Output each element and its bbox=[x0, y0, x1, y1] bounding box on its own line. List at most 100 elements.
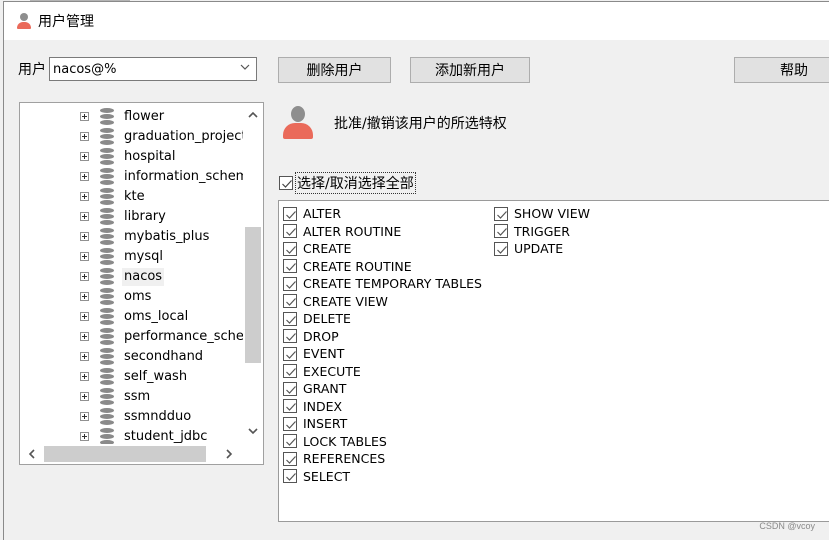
privilege-create-routine[interactable]: CREATE ROUTINE bbox=[283, 258, 482, 276]
privilege-execute[interactable]: EXECUTE bbox=[283, 363, 482, 381]
privilege-alter-routine[interactable]: ALTER ROUTINE bbox=[283, 223, 482, 241]
expand-plus-icon[interactable] bbox=[80, 292, 89, 301]
tree-item-mysql[interactable]: mysql bbox=[20, 247, 242, 267]
tree-item-oms[interactable]: oms bbox=[20, 287, 242, 307]
tree-item-library[interactable]: library bbox=[20, 207, 242, 227]
privilege-create-temporary-tables[interactable]: CREATE TEMPORARY TABLES bbox=[283, 275, 482, 293]
add-user-button[interactable]: 添加新用户 bbox=[410, 57, 530, 83]
scroll-right-icon[interactable] bbox=[224, 449, 234, 459]
tree-item-ssmndduo[interactable]: ssmndduo bbox=[20, 407, 242, 427]
privilege-label: INDEX bbox=[303, 398, 343, 414]
privilege-index[interactable]: INDEX bbox=[283, 398, 482, 416]
privilege-checkbox[interactable] bbox=[283, 241, 297, 256]
checkmark-icon bbox=[286, 350, 296, 359]
tree-item-information-schema[interactable]: information_schema bbox=[20, 167, 256, 187]
vertical-scrollbar[interactable] bbox=[243, 103, 263, 443]
privilege-checkbox[interactable] bbox=[283, 451, 297, 466]
select-all-checkbox[interactable]: 选择/取消选择全部 bbox=[279, 172, 416, 194]
expand-plus-icon[interactable] bbox=[80, 332, 89, 341]
privilege-label: EVENT bbox=[303, 346, 345, 362]
database-icon bbox=[100, 148, 114, 166]
tree-item-performance-schema[interactable]: performance_schema bbox=[20, 327, 263, 347]
tree-item-secondhand[interactable]: secondhand bbox=[20, 347, 242, 367]
expand-plus-icon[interactable] bbox=[80, 272, 89, 281]
expand-plus-icon[interactable] bbox=[80, 232, 89, 241]
vertical-scroll-thumb[interactable] bbox=[245, 227, 261, 363]
checkmark-icon bbox=[286, 403, 296, 412]
expand-plus-icon[interactable] bbox=[80, 372, 89, 381]
tree-item-ssm[interactable]: ssm bbox=[20, 387, 242, 407]
user-management-window: 用户管理 用户 nacos@% 删除用户 添加新用户 帮助 flower grad… bbox=[3, 1, 829, 540]
tree-item-label: library bbox=[124, 209, 166, 224]
privilege-create[interactable]: CREATE bbox=[283, 240, 482, 258]
tree-item-label: ssmndduo bbox=[124, 409, 192, 424]
privilege-trigger[interactable]: TRIGGER bbox=[494, 223, 590, 241]
privilege-drop[interactable]: DROP bbox=[283, 328, 482, 346]
scroll-up-icon[interactable] bbox=[248, 110, 258, 120]
privilege-checkbox[interactable] bbox=[494, 224, 508, 239]
privilege-label: CREATE VIEW bbox=[303, 293, 388, 309]
privilege-checkbox[interactable] bbox=[283, 346, 297, 361]
expand-plus-icon[interactable] bbox=[80, 152, 89, 161]
help-button[interactable]: 帮助 bbox=[734, 57, 829, 83]
expand-plus-icon[interactable] bbox=[80, 192, 89, 201]
tree-item-hospital[interactable]: hospital bbox=[20, 147, 242, 167]
expand-plus-icon[interactable] bbox=[80, 312, 89, 321]
privilege-checkbox[interactable] bbox=[494, 206, 508, 221]
user-select[interactable]: nacos@% bbox=[49, 57, 257, 81]
privilege-checkbox[interactable] bbox=[283, 469, 297, 484]
tree-item-kte[interactable]: kte bbox=[20, 187, 242, 207]
horizontal-scroll-thumb[interactable] bbox=[44, 446, 206, 462]
privilege-checkbox[interactable] bbox=[494, 241, 508, 256]
tree-item-flower[interactable]: flower bbox=[20, 107, 242, 127]
expand-plus-icon[interactable] bbox=[80, 412, 89, 421]
tree-item-nacos[interactable]: nacos bbox=[20, 267, 242, 287]
privilege-references[interactable]: REFERENCES bbox=[283, 450, 482, 468]
privilege-delete[interactable]: DELETE bbox=[283, 310, 482, 328]
tree-item-graduation-project[interactable]: graduation_project bbox=[20, 127, 247, 147]
tree-item-oms-local[interactable]: oms_local bbox=[20, 307, 242, 327]
scroll-left-icon[interactable] bbox=[27, 449, 37, 459]
user-label: 用户 bbox=[18, 62, 46, 78]
scroll-down-icon[interactable] bbox=[248, 426, 258, 436]
privilege-checkbox[interactable] bbox=[283, 259, 297, 274]
privilege-insert[interactable]: INSERT bbox=[283, 415, 482, 433]
expand-plus-icon[interactable] bbox=[80, 432, 89, 441]
privilege-select[interactable]: SELECT bbox=[283, 468, 482, 486]
privilege-grant[interactable]: GRANT bbox=[283, 380, 482, 398]
privilege-show-view[interactable]: SHOW VIEW bbox=[494, 205, 590, 223]
privilege-event[interactable]: EVENT bbox=[283, 345, 482, 363]
privilege-update[interactable]: UPDATE bbox=[494, 240, 590, 258]
privilege-checkbox[interactable] bbox=[283, 416, 297, 431]
privilege-checkbox[interactable] bbox=[283, 329, 297, 344]
privilege-checkbox[interactable] bbox=[283, 294, 297, 309]
horizontal-scrollbar[interactable] bbox=[20, 444, 263, 464]
expand-plus-icon[interactable] bbox=[80, 112, 89, 121]
privilege-checkbox[interactable] bbox=[283, 434, 297, 449]
privilege-checkbox[interactable] bbox=[283, 381, 297, 396]
privilege-checkbox[interactable] bbox=[283, 276, 297, 291]
privilege-checkbox[interactable] bbox=[283, 364, 297, 379]
checkmark-icon bbox=[282, 180, 292, 188]
privilege-checkbox[interactable] bbox=[283, 224, 297, 239]
tree-item-label: information_schema bbox=[124, 169, 257, 184]
expand-plus-icon[interactable] bbox=[80, 392, 89, 401]
expand-plus-icon[interactable] bbox=[80, 352, 89, 361]
select-all-check-box[interactable] bbox=[279, 176, 293, 190]
privilege-lock-tables[interactable]: LOCK TABLES bbox=[283, 433, 482, 451]
delete-user-button[interactable]: 删除用户 bbox=[278, 57, 391, 83]
privilege-label: REFERENCES bbox=[303, 451, 386, 467]
privilege-create-view[interactable]: CREATE VIEW bbox=[283, 293, 482, 311]
expand-plus-icon[interactable] bbox=[80, 132, 89, 141]
privilege-alter[interactable]: ALTER bbox=[283, 205, 482, 223]
tree-item-self-wash[interactable]: self_wash bbox=[20, 367, 242, 387]
database-tree[interactable]: flower graduation_project hospital informat… bbox=[19, 102, 264, 465]
expand-plus-icon[interactable] bbox=[80, 212, 89, 221]
privilege-checkbox[interactable] bbox=[283, 206, 297, 221]
tree-item-mybatis-plus[interactable]: mybatis_plus bbox=[20, 227, 242, 247]
expand-plus-icon[interactable] bbox=[80, 252, 89, 261]
privilege-checkbox[interactable] bbox=[283, 311, 297, 326]
checkmark-icon bbox=[286, 228, 296, 237]
expand-plus-icon[interactable] bbox=[80, 172, 89, 181]
privilege-checkbox[interactable] bbox=[283, 399, 297, 414]
